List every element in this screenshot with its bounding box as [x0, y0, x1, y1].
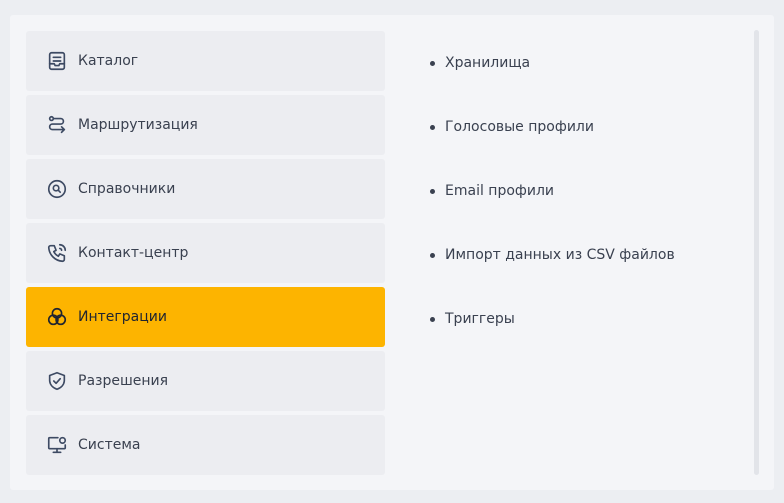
- bullet-icon: [430, 316, 435, 322]
- submenu-item-triggers[interactable]: Триггеры: [430, 287, 750, 351]
- bullet-icon: [430, 188, 435, 194]
- bullet-icon: [430, 60, 435, 66]
- settings-panel: Каталог Маршрутизация Справочники Контак…: [10, 15, 774, 490]
- bullet-icon: [430, 252, 435, 258]
- submenu-item-label: Email профили: [445, 183, 555, 199]
- submenu-item-csv-import[interactable]: Импорт данных из CSV файлов: [430, 223, 750, 287]
- search-circle-icon: [46, 178, 68, 200]
- submenu-item-label: Триггеры: [445, 311, 515, 327]
- shield-check-icon: [46, 370, 68, 392]
- menu-item-label: Контакт-центр: [78, 245, 189, 261]
- menu-item-contact-center[interactable]: Контакт-центр: [26, 223, 385, 283]
- submenu-item-label: Импорт данных из CSV файлов: [445, 247, 675, 263]
- menu-item-routing[interactable]: Маршрутизация: [26, 95, 385, 155]
- integrations-icon: [46, 306, 68, 328]
- scrollbar[interactable]: [754, 30, 759, 475]
- menu-item-catalog[interactable]: Каталог: [26, 31, 385, 91]
- menu-item-label: Система: [78, 437, 141, 453]
- submenu-item-email-profiles[interactable]: Email профили: [430, 159, 750, 223]
- menu-item-system[interactable]: Система: [26, 415, 385, 475]
- menu-item-label: Интеграции: [78, 309, 167, 325]
- menu-item-label: Каталог: [78, 53, 139, 69]
- menu-item-label: Разрешения: [78, 373, 169, 389]
- settings-menu: Каталог Маршрутизация Справочники Контак…: [26, 31, 385, 479]
- catalog-icon: [46, 50, 68, 72]
- integrations-submenu: Хранилища Голосовые профили Email профил…: [430, 31, 750, 351]
- submenu-item-voice-profiles[interactable]: Голосовые профили: [430, 95, 750, 159]
- routing-icon: [46, 114, 68, 136]
- monitor-settings-icon: [46, 434, 68, 456]
- menu-item-permissions[interactable]: Разрешения: [26, 351, 385, 411]
- menu-item-integrations[interactable]: Интеграции: [26, 287, 385, 347]
- submenu-item-label: Голосовые профили: [445, 119, 594, 135]
- phone-call-icon: [46, 242, 68, 264]
- submenu-item-storages[interactable]: Хранилища: [430, 31, 750, 95]
- menu-item-directories[interactable]: Справочники: [26, 159, 385, 219]
- bullet-icon: [430, 124, 435, 130]
- submenu-item-label: Хранилища: [445, 55, 531, 71]
- menu-item-label: Маршрутизация: [78, 117, 198, 133]
- menu-item-label: Справочники: [78, 181, 176, 197]
